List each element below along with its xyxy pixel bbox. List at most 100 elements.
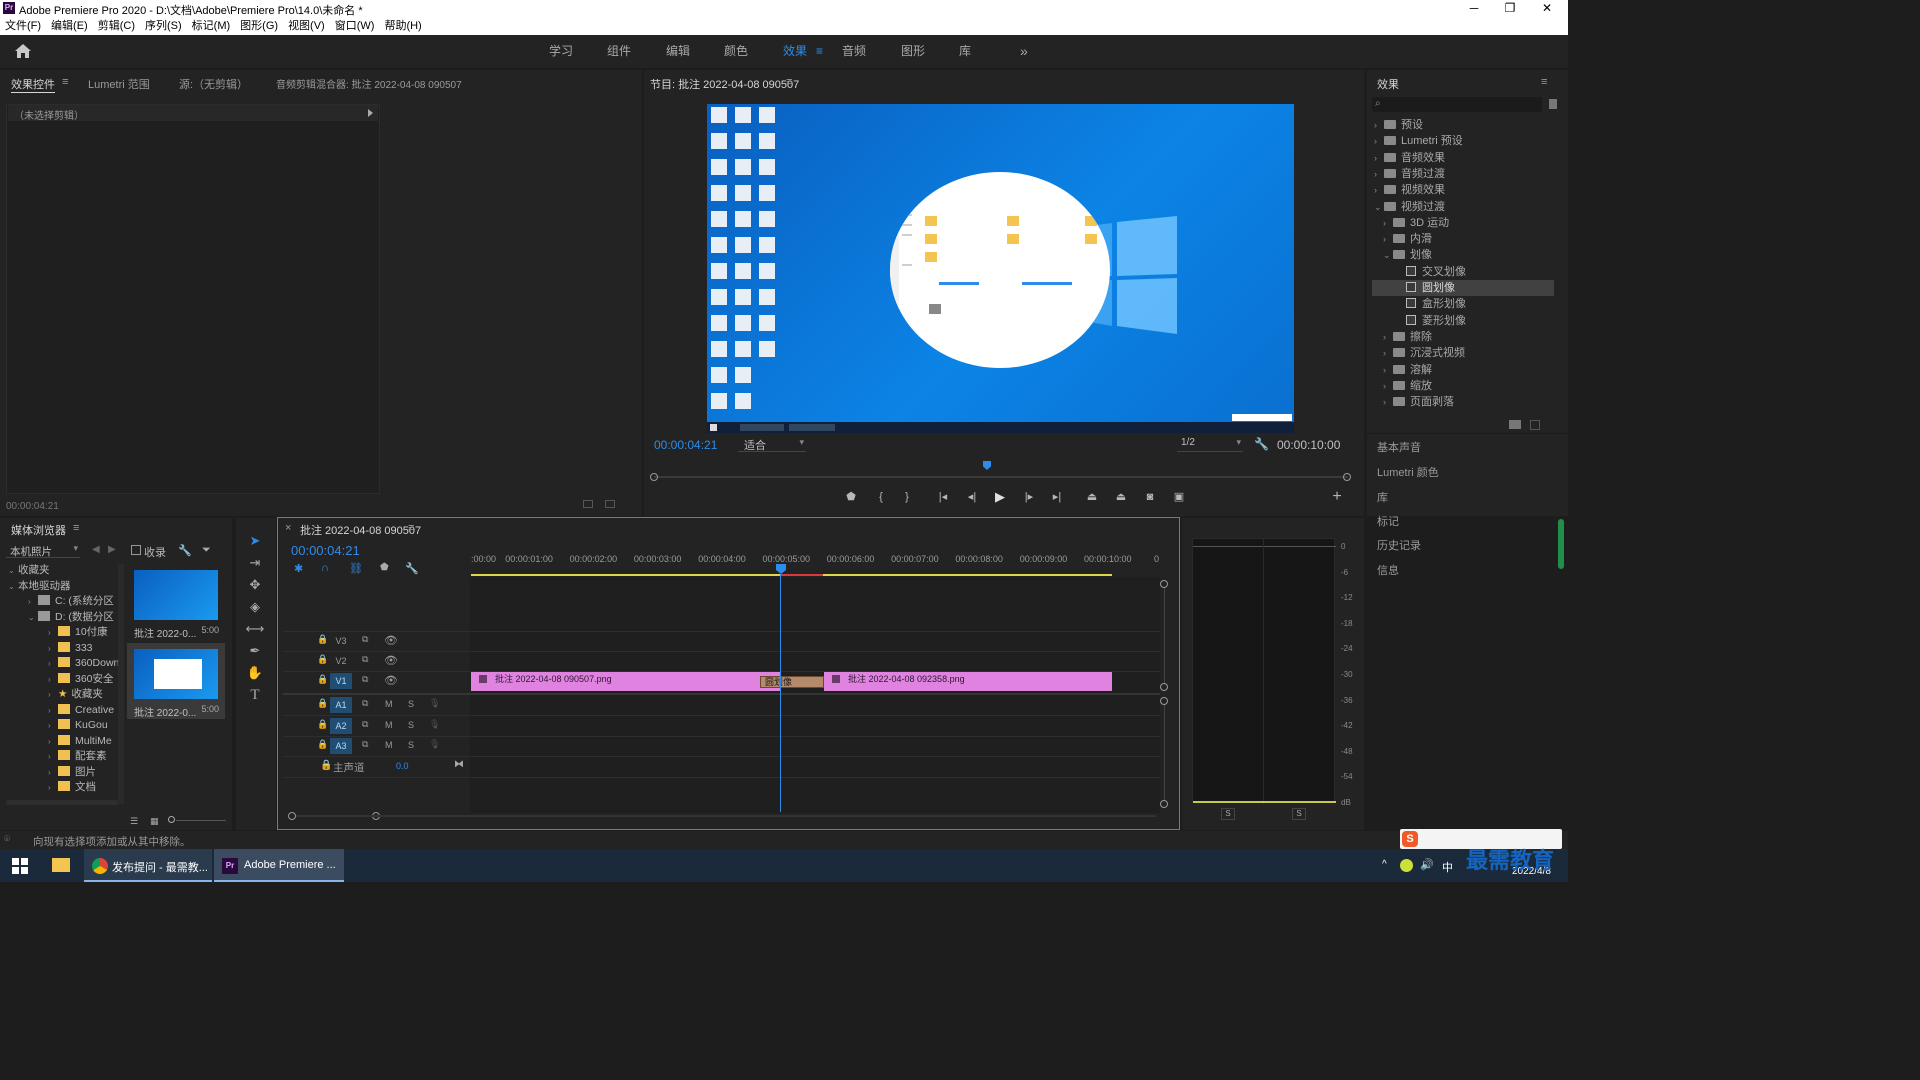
chevron-icon[interactable]: › bbox=[48, 718, 58, 733]
workspace-effects[interactable]: 效果 bbox=[783, 35, 807, 68]
lock-icon[interactable]: 🔒 bbox=[317, 674, 328, 685]
effects-tree-item[interactable]: › 3D 运动 bbox=[1372, 215, 1554, 231]
fit-dropdown[interactable]: 适合 ▾ bbox=[738, 437, 806, 452]
workspace-libraries[interactable]: 库 bbox=[959, 35, 971, 68]
lock-icon[interactable]: 🔒 bbox=[317, 698, 328, 709]
new-custom-bin-icon[interactable] bbox=[1509, 420, 1521, 429]
ripple-edit-tool-icon[interactable]: ✥ bbox=[245, 575, 265, 595]
selection-tool-icon[interactable]: ➤ bbox=[245, 531, 265, 551]
workspace-learn[interactable]: 学习 bbox=[549, 35, 573, 68]
eye-icon[interactable]: 👁 bbox=[384, 654, 398, 667]
master-track-volume[interactable]: 0.0 bbox=[396, 761, 409, 771]
panel-lumetri-color[interactable]: Lumetri 颜色 bbox=[1377, 464, 1439, 480]
type-tool-icon[interactable]: T bbox=[245, 685, 265, 705]
media-tree-item[interactable]: › 360Down bbox=[6, 656, 118, 671]
media-tree-item[interactable]: › ★ 收藏夹 bbox=[6, 687, 118, 702]
mark-in-icon[interactable]: { bbox=[872, 489, 890, 505]
menu-help[interactable]: 帮助(H) bbox=[379, 17, 426, 35]
chevron-right-icon[interactable]: › bbox=[1383, 231, 1393, 247]
chevron-icon[interactable]: ⌄ bbox=[8, 563, 18, 578]
go-to-in-icon[interactable]: |◂ bbox=[934, 489, 952, 505]
tray-app-icon[interactable] bbox=[1400, 859, 1413, 872]
vscroll-track[interactable] bbox=[1164, 705, 1165, 800]
menu-view[interactable]: 视图(V) bbox=[283, 17, 330, 35]
taskbar-premiere[interactable]: Pr Adobe Premiere ... bbox=[214, 849, 344, 882]
effects-tree-item[interactable]: 圆划像 bbox=[1372, 280, 1554, 296]
effects-tree-item[interactable]: ⌄ 划像 bbox=[1372, 247, 1554, 263]
effects-tree-item[interactable]: › 沉浸式视频 bbox=[1372, 345, 1554, 361]
list-view-icon[interactable]: ☰ bbox=[130, 816, 138, 827]
tab-effect-controls[interactable]: 效果控件 bbox=[11, 76, 55, 92]
eye-icon[interactable]: 👁 bbox=[384, 634, 398, 647]
media-tree-item[interactable]: › 文档 bbox=[6, 780, 118, 795]
wrench-icon[interactable]: 🔧 bbox=[1254, 437, 1269, 451]
media-tree-item[interactable]: ⌄ D: (数据分区 bbox=[6, 610, 118, 625]
mark-out-icon[interactable]: } bbox=[898, 489, 916, 505]
lock-icon[interactable]: 🔒 bbox=[317, 654, 328, 665]
menu-sequence[interactable]: 序列(S) bbox=[140, 17, 187, 35]
hscroll-handle-left[interactable] bbox=[288, 812, 296, 820]
chevron-right-icon[interactable]: › bbox=[1374, 166, 1384, 182]
add-marker-icon[interactable]: ⬟ bbox=[842, 489, 860, 505]
clip-092358[interactable]: 批注 2022-04-08 092358.png bbox=[824, 672, 1112, 691]
workspace-effects-menu-icon[interactable]: ≡ bbox=[816, 35, 823, 68]
vscroll-handle-bottom[interactable] bbox=[1160, 800, 1168, 808]
chevron-icon[interactable]: ⌄ bbox=[28, 610, 38, 625]
program-playhead-timecode[interactable]: 00:00:04:21 bbox=[654, 438, 717, 452]
workspace-graphics[interactable]: 图形 bbox=[901, 35, 925, 68]
nest-icon[interactable]: ✱ bbox=[294, 562, 303, 575]
scrub-start-handle[interactable] bbox=[650, 473, 658, 481]
sync-lock-icon[interactable]: ⧉ bbox=[362, 719, 368, 730]
chevron-icon[interactable]: › bbox=[48, 749, 58, 764]
lock-icon[interactable]: 🔒 bbox=[317, 634, 328, 645]
side-scrollbar[interactable] bbox=[1558, 519, 1564, 569]
chevron-down-icon[interactable]: ⌄ bbox=[1383, 247, 1393, 263]
track-name-v3[interactable]: V3 bbox=[330, 633, 352, 649]
chevron-icon[interactable]: › bbox=[48, 703, 58, 718]
track-name-a1[interactable]: A1 bbox=[330, 697, 352, 713]
snap-magnet-icon[interactable]: ∩ bbox=[321, 562, 329, 574]
media-tree-item[interactable]: › 配套素 bbox=[6, 749, 118, 764]
track-name-v2[interactable]: V2 bbox=[330, 653, 352, 669]
effects-tree-item[interactable]: › 视频效果 bbox=[1372, 182, 1554, 198]
media-tree-item[interactable]: ⌄ 收藏夹 bbox=[6, 563, 118, 578]
solo-button[interactable]: S bbox=[408, 740, 414, 750]
back-arrow-icon[interactable]: ◀ bbox=[92, 544, 100, 555]
chevron-icon[interactable]: ⌄ bbox=[8, 579, 18, 594]
media-tree-item[interactable]: ⌄ 本地驱动器 bbox=[6, 579, 118, 594]
lift-icon[interactable]: ⏏ bbox=[1083, 489, 1101, 505]
comparison-view-icon[interactable]: ▣ bbox=[1170, 489, 1188, 505]
chevron-right-icon[interactable]: › bbox=[1374, 150, 1384, 166]
filter-funnel-icon[interactable]: ⏷ bbox=[202, 544, 211, 557]
tab-lumetri-scopes[interactable]: Lumetri 范围 bbox=[88, 76, 150, 92]
vscroll-handle-top[interactable] bbox=[1160, 580, 1168, 588]
chevron-right-icon[interactable]: › bbox=[1383, 215, 1393, 231]
effects-tree-item[interactable]: › 擦除 bbox=[1372, 329, 1554, 345]
hand-tool-icon[interactable]: ✋ bbox=[245, 663, 265, 683]
zoom-slider[interactable] bbox=[176, 820, 226, 821]
workspace-assembly[interactable]: 组件 bbox=[607, 35, 631, 68]
eye-icon[interactable]: 👁 bbox=[384, 674, 398, 687]
microphone-icon[interactable]: 🎙 bbox=[429, 719, 440, 730]
filter-icon[interactable] bbox=[583, 500, 593, 508]
track-name-v1[interactable]: V1 bbox=[330, 673, 352, 689]
media-tree-item[interactable]: › KuGou bbox=[6, 718, 118, 733]
go-to-out-icon[interactable]: ▸| bbox=[1048, 489, 1066, 505]
chevron-right-icon[interactable]: › bbox=[1383, 378, 1393, 394]
media-browser-menu-icon[interactable]: ≡ bbox=[73, 522, 79, 534]
microphone-icon[interactable]: 🎙 bbox=[429, 739, 440, 750]
menu-file[interactable]: 文件(F) bbox=[0, 17, 46, 35]
chevron-right-icon[interactable]: › bbox=[1383, 329, 1393, 345]
effects-tree-item[interactable]: 盒形划像 bbox=[1372, 296, 1554, 312]
chevron-right-icon[interactable]: › bbox=[1383, 362, 1393, 378]
chevron-icon[interactable]: › bbox=[48, 687, 58, 702]
mute-button[interactable]: M bbox=[385, 720, 393, 730]
solo-button[interactable]: S bbox=[408, 720, 414, 730]
effects-search-input[interactable]: ⌕ bbox=[1372, 97, 1542, 112]
effects-tree-item[interactable]: › 音频过渡 bbox=[1372, 166, 1554, 182]
ime-indicator[interactable]: 中 bbox=[1442, 859, 1453, 875]
chevron-down-icon[interactable]: ⌄ bbox=[1374, 199, 1384, 215]
chevron-icon[interactable]: › bbox=[48, 672, 58, 687]
maximize-button[interactable]: ❐ bbox=[1491, 0, 1529, 17]
expand-arrow-icon[interactable] bbox=[368, 109, 373, 117]
